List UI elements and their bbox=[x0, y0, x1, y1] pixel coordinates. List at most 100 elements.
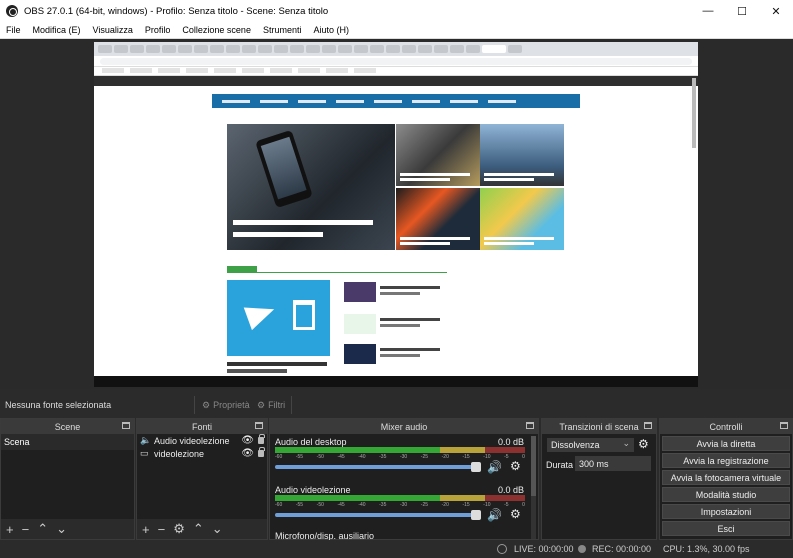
transition-settings-gear-icon[interactable]: ⚙ bbox=[638, 437, 649, 451]
lock-icon[interactable] bbox=[258, 434, 265, 444]
source-name: Audio videolezione bbox=[154, 435, 230, 446]
transition-select[interactable]: Dissolvenza bbox=[547, 438, 634, 452]
lock-icon[interactable] bbox=[258, 447, 265, 457]
move-scene-up-button[interactable]: ⌃ bbox=[37, 521, 48, 537]
obs-logo-icon bbox=[6, 5, 18, 17]
start-recording-button[interactable]: Avvia la registrazione bbox=[662, 453, 790, 468]
filters-label: Filtri bbox=[268, 400, 286, 410]
channel-settings-gear-icon[interactable]: ⚙ bbox=[510, 507, 521, 521]
menu-help[interactable]: Aiuto (H) bbox=[307, 25, 355, 35]
volume-fader[interactable] bbox=[275, 465, 478, 469]
source-settings-gear-icon[interactable]: ⚙ bbox=[173, 521, 185, 537]
captured-scrollbar bbox=[692, 78, 696, 148]
channel-settings-gear-icon[interactable]: ⚙ bbox=[510, 459, 521, 473]
undock-icon[interactable] bbox=[526, 422, 534, 429]
scenes-dock-header: Scene bbox=[1, 419, 134, 434]
duration-label: Durata bbox=[546, 460, 574, 470]
gear-icon: ⚙ bbox=[202, 399, 211, 410]
undock-icon[interactable] bbox=[780, 422, 788, 429]
sources-list[interactable]: 🔈 Audio videolezione 👁 ▭ videolezione 👁 bbox=[137, 434, 267, 519]
close-button[interactable]: ✕ bbox=[759, 0, 793, 22]
undock-icon[interactable] bbox=[255, 422, 263, 429]
menu-bar: File Modifica (E) Visualizza Profilo Col… bbox=[0, 22, 793, 39]
captured-tile-phone bbox=[396, 188, 480, 250]
speaker-icon: 🔈 bbox=[140, 435, 152, 445]
status-bar: LIVE: 00:00:00 REC: 00:00:00 CPU: 1.3%, … bbox=[0, 540, 793, 558]
filter-icon: ⚙ bbox=[257, 399, 266, 410]
record-indicator-icon bbox=[578, 545, 586, 553]
minimize-button[interactable]: — bbox=[691, 0, 725, 22]
volume-fader-handle[interactable] bbox=[471, 510, 481, 520]
captured-list-text bbox=[380, 286, 440, 289]
maximize-button[interactable]: ☐ bbox=[725, 0, 759, 22]
menu-file[interactable]: File bbox=[0, 25, 27, 35]
mixer-channel: Audio del desktop 0.0 dB -60 -55 -50 -45 -40… bbox=[270, 434, 538, 482]
transitions-title: Transizioni di scena bbox=[559, 421, 639, 432]
properties-label: Proprietà bbox=[213, 400, 250, 410]
menu-scene-collection[interactable]: Collezione scene bbox=[176, 25, 257, 35]
captured-tile-crypto bbox=[396, 124, 480, 186]
transitions-body: Dissolvenza ⚙ Durata 300 ms bbox=[542, 434, 656, 539]
captured-site-nav bbox=[212, 94, 580, 108]
live-timer: LIVE: 00:00:00 bbox=[514, 544, 574, 554]
undock-icon[interactable] bbox=[122, 422, 130, 429]
mixer-channels: Audio del desktop 0.0 dB -60 -55 -50 -45 -40… bbox=[270, 434, 538, 541]
speaker-mute-icon[interactable]: 🔊 bbox=[487, 508, 502, 522]
move-source-up-button[interactable]: ⌃ bbox=[193, 521, 204, 537]
visibility-eye-icon[interactable]: 👁 bbox=[241, 448, 254, 459]
speaker-mute-icon[interactable]: 🔊 bbox=[487, 460, 502, 474]
menu-profile[interactable]: Profilo bbox=[139, 25, 177, 35]
source-item[interactable]: 🔈 Audio videolezione 👁 bbox=[137, 434, 267, 447]
captured-bookmarks-bar bbox=[94, 67, 698, 76]
menu-tools[interactable]: Strumenti bbox=[257, 25, 308, 35]
duration-input[interactable]: 300 ms bbox=[575, 456, 651, 471]
studio-mode-button[interactable]: Modalità studio bbox=[662, 487, 790, 502]
captured-list-thumb bbox=[344, 344, 376, 364]
add-source-button[interactable]: + bbox=[142, 522, 150, 537]
add-scene-button[interactable]: + bbox=[6, 522, 14, 537]
start-virtual-camera-button[interactable]: Avvia la fotocamera virtuale bbox=[662, 470, 790, 485]
captured-hero-image bbox=[227, 124, 395, 250]
mixer-scrollbar[interactable] bbox=[531, 436, 536, 539]
remove-scene-button[interactable]: − bbox=[22, 522, 30, 537]
undock-icon[interactable] bbox=[644, 422, 652, 429]
controls-buttons: Avvia la diretta Avvia la registrazione … bbox=[660, 434, 792, 539]
scenes-list[interactable]: Scena bbox=[1, 434, 134, 519]
volume-fader[interactable] bbox=[275, 513, 478, 517]
mixer-title: Mixer audio bbox=[380, 421, 428, 432]
move-source-down-button[interactable]: ⌄ bbox=[212, 521, 223, 537]
channel-name: Audio videolezione bbox=[275, 485, 351, 495]
title-bar: OBS 27.0.1 (64-bit, windows) - Profilo: … bbox=[0, 0, 793, 22]
captured-list-text bbox=[380, 354, 420, 357]
captured-list-text bbox=[380, 348, 440, 351]
remove-source-button[interactable]: − bbox=[158, 522, 166, 537]
sources-title: Fonti bbox=[191, 421, 212, 432]
settings-button[interactable]: Impostazioni bbox=[662, 504, 790, 519]
captured-list-thumb bbox=[344, 282, 376, 302]
exit-button[interactable]: Esci bbox=[662, 521, 790, 536]
preview-canvas[interactable] bbox=[94, 42, 698, 387]
sources-toolbar: + − ⚙ ⌃ ⌄ bbox=[137, 519, 267, 539]
meter-scale: -60 -55 -50 -45 -40 -35 -30 -25 -20 -15 -10 -5 0 bbox=[275, 454, 525, 460]
no-source-selected-label: Nessuna fonte selezionata bbox=[5, 400, 112, 410]
source-toolbar: Nessuna fonte selezionata ⚙ Proprietà ⚙ Fi… bbox=[0, 395, 793, 415]
captured-section-line bbox=[227, 272, 447, 273]
captured-telegram-caption bbox=[227, 362, 327, 366]
start-streaming-button[interactable]: Avvia la diretta bbox=[662, 436, 790, 451]
menu-edit[interactable]: Modifica (E) bbox=[27, 25, 87, 35]
preview-area[interactable] bbox=[0, 39, 793, 389]
source-item[interactable]: ▭ videolezione 👁 bbox=[137, 447, 267, 460]
captured-taskbar bbox=[94, 376, 698, 387]
captured-list-text bbox=[380, 324, 420, 327]
properties-button[interactable]: ⚙ Proprietà bbox=[194, 396, 257, 414]
visibility-eye-icon[interactable]: 👁 bbox=[241, 435, 254, 446]
captured-list-text bbox=[380, 318, 440, 321]
captured-tile-olympics bbox=[480, 124, 564, 186]
volume-meter bbox=[275, 495, 525, 501]
move-scene-down-button[interactable]: ⌄ bbox=[56, 521, 67, 537]
volume-fader-handle[interactable] bbox=[471, 462, 481, 472]
menu-view[interactable]: Visualizza bbox=[87, 25, 139, 35]
scene-item[interactable]: Scena bbox=[1, 434, 134, 450]
filters-button[interactable]: ⚙ Filtri bbox=[251, 396, 293, 414]
meter-scale: -60 -55 -50 -45 -40 -35 -30 -25 -20 -15 -10 -5 0 bbox=[275, 502, 525, 508]
